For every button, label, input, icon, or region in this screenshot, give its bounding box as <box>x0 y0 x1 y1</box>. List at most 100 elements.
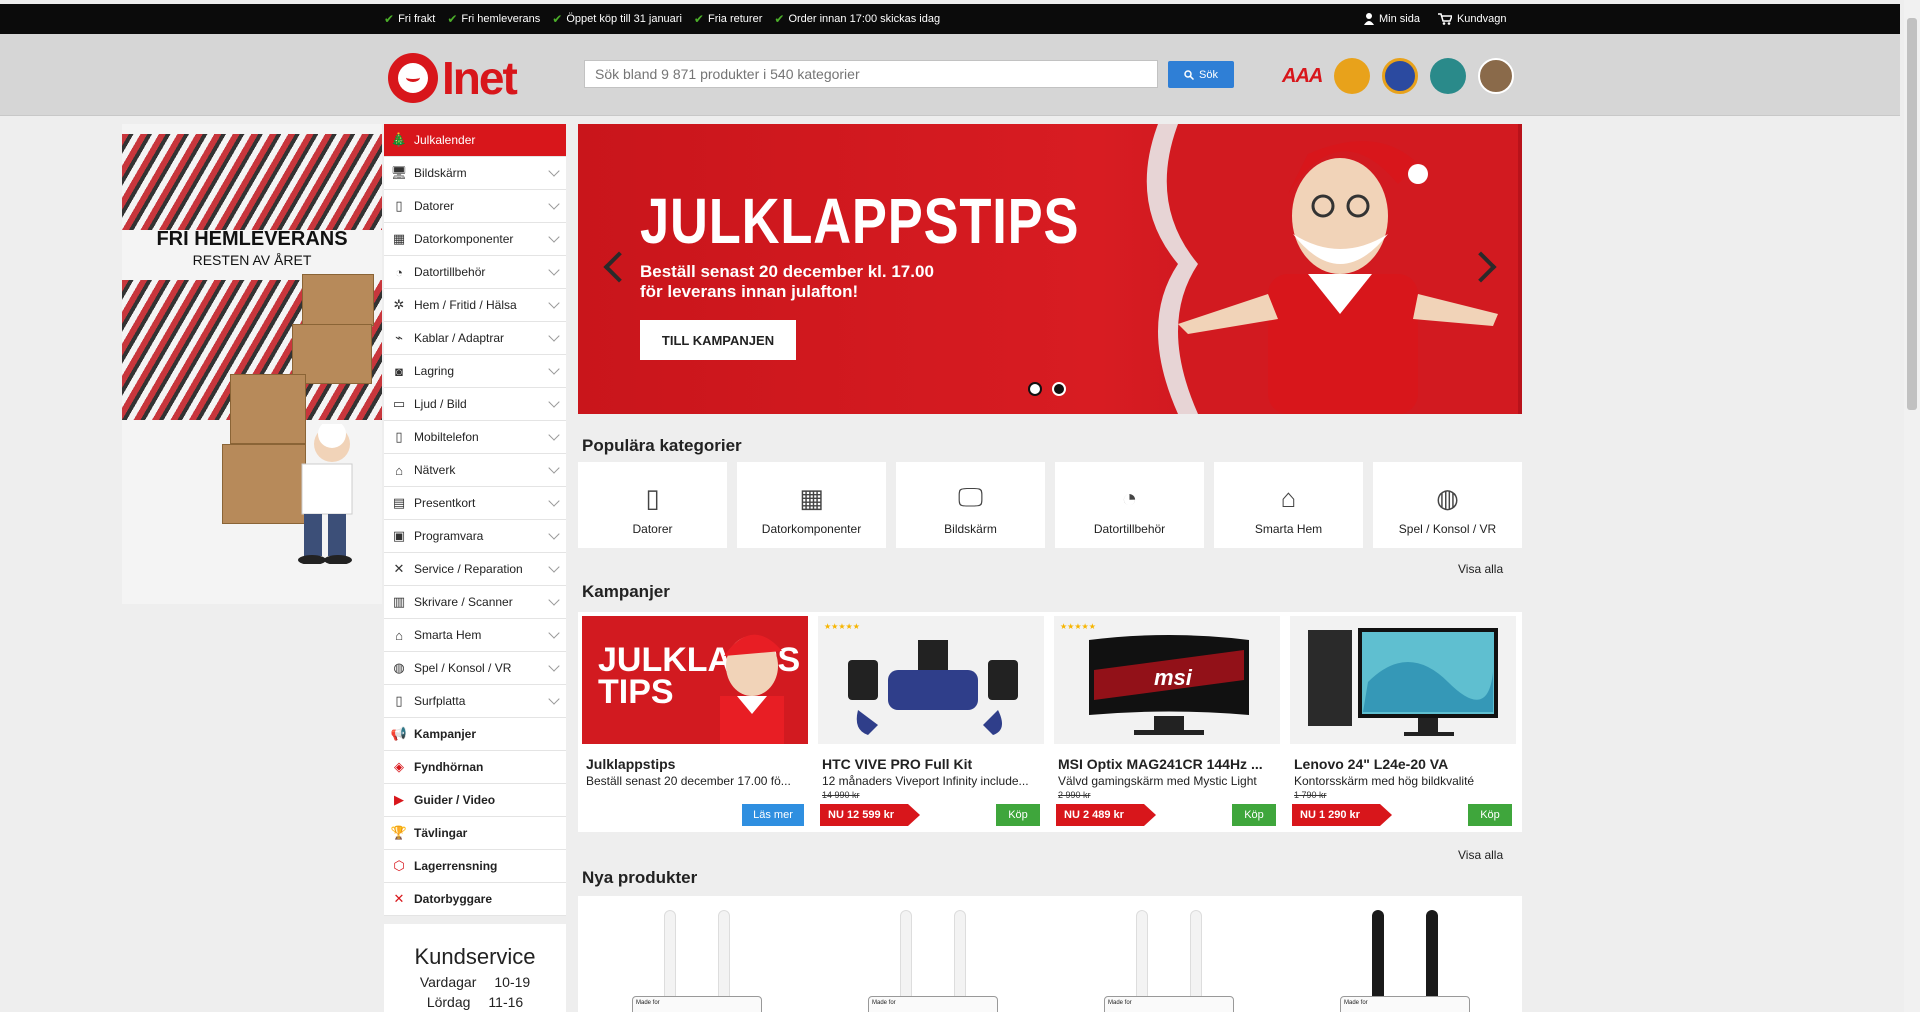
popular-show-all-link[interactable]: Visa alla <box>1458 562 1503 576</box>
buy-button[interactable]: Köp <box>996 804 1040 826</box>
cart-link[interactable]: Kundvagn <box>1437 13 1507 25</box>
category-tile[interactable]: ⌂ Smarta Hem <box>1214 462 1363 548</box>
chevron-down-icon[interactable] <box>548 594 560 606</box>
menu-item-category[interactable]: ▯ Datorer <box>384 190 566 223</box>
menu-item-category[interactable]: ▯ Surfplatta <box>384 685 566 718</box>
product-card[interactable]: ★★★★★ HTC VIVE PRO Full Kit 12 månaders … <box>818 616 1044 828</box>
price-tag: NU 2 489 kr <box>1056 804 1156 826</box>
menu-item-category[interactable]: ◍ Spel / Konsol / VR <box>384 652 566 685</box>
chevron-down-icon[interactable] <box>548 363 560 375</box>
chevron-down-icon[interactable] <box>548 495 560 507</box>
menu-item-category[interactable]: ▭ Ljud / Bild <box>384 388 566 421</box>
menu-item-category[interactable]: ▤ Presentkort <box>384 487 566 520</box>
chevron-down-icon[interactable] <box>548 264 560 276</box>
campaign-card[interactable]: JULKLAPPS TIPS Julklappstips Beställ sen… <box>582 616 808 828</box>
menu-item-label: Spel / Konsol / VR <box>414 661 512 675</box>
product-card[interactable]: Made for <box>818 900 1044 1012</box>
monitor-icon: 🖵 <box>957 482 984 512</box>
chevron-down-icon[interactable] <box>548 396 560 408</box>
free-delivery-promo[interactable]: FRI HEMLEVERANS RESTEN AV ÅRET <box>122 124 382 604</box>
chevron-down-icon[interactable] <box>548 462 560 474</box>
menu-item-label: Datorer <box>414 199 455 213</box>
campaigns-show-all-link[interactable]: Visa alla <box>1458 848 1503 862</box>
chevron-down-icon[interactable] <box>548 528 560 540</box>
product-card[interactable]: Made for <box>1290 900 1516 1012</box>
inet-logo[interactable]: Inet <box>388 51 518 105</box>
chevron-down-icon[interactable] <box>548 429 560 441</box>
menu-item-category[interactable]: 🖥 Bildskärm <box>384 157 566 190</box>
product-title: HTC VIVE PRO Full Kit <box>822 756 973 772</box>
category-tile[interactable]: 🖵 Bildskärm <box>896 462 1045 548</box>
menu-item-special[interactable]: 🏆 Tävlingar <box>384 817 566 850</box>
menu-item-category[interactable]: ✕ Service / Reparation <box>384 553 566 586</box>
software-icon: ▣ <box>392 528 406 543</box>
menu-item-label: Datorbyggare <box>414 892 493 906</box>
menu-item-category[interactable]: ▯ Mobiltelefon <box>384 421 566 454</box>
promo-title: FRI HEMLEVERANS <box>156 228 348 250</box>
award-badge <box>1382 58 1419 94</box>
product-card[interactable]: Made for <box>582 900 808 1012</box>
opening-hours-row: Lördag 11-16 <box>426 994 524 1010</box>
chevron-down-icon[interactable] <box>548 660 560 672</box>
hero-banner[interactable]: JULKLAPPSTIPS Beställ senast 20 december… <box>578 124 1522 414</box>
chevron-down-icon[interactable] <box>548 231 560 243</box>
menu-item-category[interactable]: ⌂ Smarta Hem <box>384 619 566 652</box>
buy-button[interactable]: Köp <box>1232 804 1276 826</box>
trust-badges: AAA <box>1282 58 1515 94</box>
category-menu: 🎄 Julkalender 🖥 Bildskärm ▯ Datorer ▦ Datorkomp… <box>384 124 566 916</box>
chevron-down-icon[interactable] <box>548 330 560 342</box>
menu-item-special[interactable]: ✕ Datorbyggare <box>384 883 566 916</box>
menu-item-special[interactable]: ⬡ Lagerrensning <box>384 850 566 883</box>
chevron-left-icon[interactable] <box>603 251 635 283</box>
category-tile[interactable]: ▯ Datorer <box>578 462 727 548</box>
menu-item-category[interactable]: ✲ Hem / Fritid / Hälsa <box>384 289 566 322</box>
campaign-desc: Beställ senast 20 december 17.00 fö... <box>586 774 791 788</box>
chevron-down-icon[interactable] <box>548 198 560 210</box>
promo-subtitle: RESTEN AV ÅRET <box>192 252 312 268</box>
menu-item-category[interactable]: ▣ Programvara <box>384 520 566 553</box>
category-tile[interactable]: ◍ Spel / Konsol / VR <box>1373 462 1522 548</box>
menu-item-category[interactable]: ⌂ Nätverk <box>384 454 566 487</box>
product-card[interactable]: ★★★★★ msi MSI Optix MAG241CR 144Hz ... V… <box>1054 616 1280 828</box>
product-card[interactable]: Lenovo 24" L24e-20 VA Kontorsskärm med h… <box>1290 616 1516 828</box>
cable-image <box>1426 910 1438 1000</box>
menu-item-category[interactable]: ▥ Skrivare / Scanner <box>384 586 566 619</box>
product-image: ★★★★★ <box>818 616 1044 744</box>
menu-item-special[interactable]: ▶ Guider / Video <box>384 784 566 817</box>
home-icon: ✲ <box>393 297 405 312</box>
search-button[interactable]: Sök <box>1168 61 1234 88</box>
menu-item-category[interactable]: ◔ Datortillbehör <box>384 256 566 289</box>
product-card[interactable]: Made for <box>1054 900 1280 1012</box>
menu-item-special[interactable]: 📢 Kampanjer <box>384 718 566 751</box>
search-input[interactable] <box>584 60 1158 88</box>
chevron-down-icon[interactable] <box>548 297 560 309</box>
cable-image <box>718 910 730 1000</box>
carousel-dot[interactable] <box>1028 382 1042 396</box>
menu-item-julkalender[interactable]: 🎄 Julkalender <box>384 124 566 157</box>
hero-title: JULKLAPPSTIPS <box>640 185 1080 257</box>
category-tile[interactable]: ◔ Datortillbehör <box>1055 462 1204 548</box>
hero-cta-button[interactable]: TILL KAMPANJEN <box>640 320 796 360</box>
menu-item-special[interactable]: ◈ Fyndhörnan <box>384 751 566 784</box>
chevron-down-icon[interactable] <box>548 165 560 177</box>
menu-item-category[interactable]: ▦ Datorkomponenter <box>384 223 566 256</box>
read-more-button[interactable]: Läs mer <box>742 804 804 826</box>
check-icon: ✔ <box>447 12 458 26</box>
box-icon: ⬡ <box>393 858 405 873</box>
my-page-link[interactable]: Min sida <box>1364 13 1420 25</box>
chevron-down-icon[interactable] <box>548 627 560 639</box>
buy-button[interactable]: Köp <box>1468 804 1512 826</box>
category-tile[interactable]: ▦ Datorkomponenter <box>737 462 886 548</box>
carousel-dots <box>1028 382 1066 396</box>
menu-item-category[interactable]: ◙ Lagring <box>384 355 566 388</box>
carousel-dot[interactable] <box>1052 382 1066 396</box>
package-box <box>302 274 374 326</box>
chevron-down-icon[interactable] <box>548 561 560 573</box>
cable-image <box>954 910 966 1000</box>
page-scrollbar[interactable] <box>1904 0 1920 1012</box>
category-label: Datortillbehör <box>1093 522 1166 536</box>
computer-icon: ▯ <box>395 198 403 213</box>
chevron-down-icon[interactable] <box>548 693 560 705</box>
scrollbar-thumb[interactable] <box>1907 18 1917 410</box>
menu-item-category[interactable]: ⌁ Kablar / Adaptrar <box>384 322 566 355</box>
